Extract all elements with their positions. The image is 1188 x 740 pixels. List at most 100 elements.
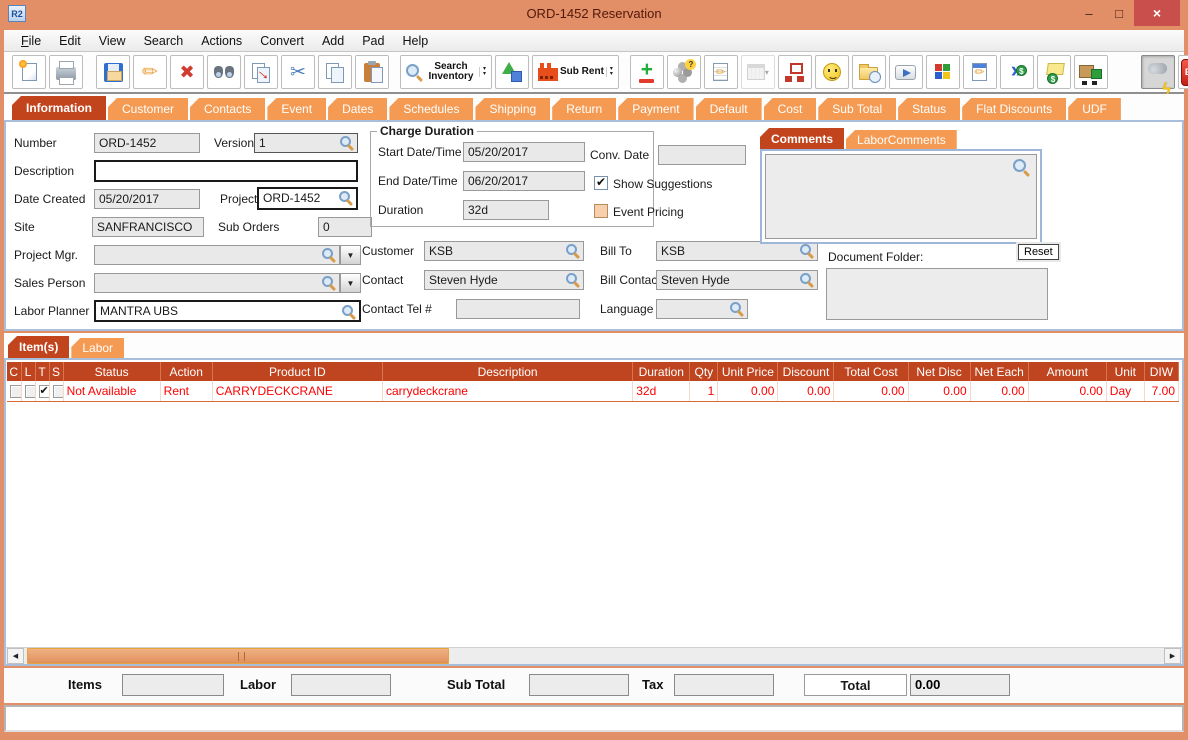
- row-checkbox[interactable]: [10, 384, 21, 398]
- column-header-net-disc[interactable]: Net Disc: [908, 362, 971, 381]
- column-header-amount[interactable]: Amount: [1028, 362, 1107, 381]
- tab-return[interactable]: Return: [552, 98, 617, 120]
- scrollbar-thumb[interactable]: [27, 648, 449, 664]
- row-cell[interactable]: 0.00: [777, 381, 835, 402]
- print-button[interactable]: [49, 55, 83, 89]
- search-inventory-button[interactable]: Search Inventory ▾ ▾: [400, 55, 493, 89]
- find-button[interactable]: [207, 55, 241, 89]
- menu-view[interactable]: View: [90, 32, 135, 50]
- maximize-button[interactable]: □: [1104, 0, 1134, 26]
- row-checkbox-cell[interactable]: [7, 381, 22, 402]
- row-cell[interactable]: 0.00: [717, 381, 779, 402]
- delete-button[interactable]: ✖: [170, 55, 204, 89]
- column-header-net-each[interactable]: Net Each: [970, 362, 1029, 381]
- new-order-button[interactable]: [12, 55, 46, 89]
- project-mgr-dropdown-button[interactable]: ▼: [340, 245, 361, 265]
- project-mgr-search-icon[interactable]: [322, 248, 336, 262]
- add-remove-button[interactable]: +: [629, 55, 664, 89]
- site-field[interactable]: SANFRANCISCO: [92, 217, 204, 237]
- row-cell[interactable]: 0.00: [833, 381, 909, 402]
- date-created-field[interactable]: 05/20/2017: [94, 189, 200, 209]
- tab-event[interactable]: Event: [267, 98, 327, 120]
- row-cell[interactable]: 0.00: [1028, 381, 1107, 402]
- delivery-truck-button[interactable]: [1073, 55, 1108, 89]
- reset-button[interactable]: Reset: [1018, 244, 1059, 260]
- items-total-field[interactable]: [122, 674, 224, 696]
- row-cell[interactable]: 0.00: [908, 381, 971, 402]
- description-field[interactable]: [94, 160, 358, 182]
- sub-orders-field[interactable]: 0: [318, 217, 372, 237]
- column-header-c[interactable]: C: [7, 362, 22, 381]
- column-header-total-cost[interactable]: Total Cost: [833, 362, 909, 381]
- row-checkbox[interactable]: [52, 384, 63, 398]
- notes-button[interactable]: ✏: [703, 55, 738, 89]
- row-cell[interactable]: Rent: [160, 381, 213, 402]
- tab-udf[interactable]: UDF: [1068, 98, 1121, 120]
- event-pricing-checkbox[interactable]: [594, 204, 608, 218]
- sub-rent-button-dropdown-icon[interactable]: ▾ ▾: [605, 66, 613, 77]
- close-button[interactable]: ×: [1134, 0, 1180, 26]
- row-cell[interactable]: 32d: [632, 381, 691, 402]
- end-date-field[interactable]: 06/20/2017: [463, 171, 585, 191]
- project-field[interactable]: ORD-1452: [257, 187, 358, 210]
- menu-file[interactable]: File: [12, 32, 50, 50]
- tab-dates[interactable]: Dates: [328, 98, 388, 120]
- contact-field[interactable]: Steven Hyde: [424, 270, 584, 290]
- tab-shipping[interactable]: Shipping: [475, 98, 551, 120]
- tab-payment[interactable]: Payment: [618, 98, 694, 120]
- sales-person-dropdown-button[interactable]: ▼: [340, 273, 361, 293]
- column-header-l[interactable]: L: [21, 362, 36, 381]
- column-header-diw[interactable]: DIW: [1144, 362, 1180, 381]
- column-header-status[interactable]: Status: [63, 362, 161, 381]
- menu-actions[interactable]: Actions: [192, 32, 251, 50]
- tab-cost[interactable]: Cost: [763, 98, 817, 120]
- sub-rent-button[interactable]: Sub Rent ▾ ▾: [532, 55, 619, 89]
- scroll-left-icon[interactable]: ◀: [7, 648, 24, 664]
- copy-button[interactable]: [318, 55, 352, 89]
- column-header-s[interactable]: S: [49, 362, 64, 381]
- bill-to-search-icon[interactable]: [800, 244, 814, 258]
- language-field[interactable]: [656, 299, 748, 319]
- row-cell[interactable]: CARRYDECKCRANE: [212, 381, 383, 402]
- blocks-button[interactable]: [925, 55, 960, 89]
- shortcut-key-button[interactable]: [888, 55, 923, 89]
- bill-contact-field[interactable]: Steven Hyde: [656, 270, 818, 290]
- tab-flat-discounts[interactable]: Flat Discounts: [962, 98, 1067, 120]
- comments-tab-comments[interactable]: Comments: [760, 128, 845, 150]
- menu-convert[interactable]: Convert: [251, 32, 313, 50]
- row-cell[interactable]: 0.00: [970, 381, 1029, 402]
- spheres-help-button[interactable]: ?: [666, 55, 701, 89]
- contact-search-icon[interactable]: [566, 273, 580, 287]
- version-field[interactable]: 1: [254, 133, 358, 153]
- charge-note-button[interactable]: $: [1036, 55, 1071, 89]
- menu-edit[interactable]: Edit: [50, 32, 90, 50]
- column-header-action[interactable]: Action: [160, 362, 213, 381]
- conv-date-field[interactable]: [658, 145, 746, 165]
- row-checkbox[interactable]: [38, 384, 49, 398]
- start-date-field[interactable]: 05/20/2017: [463, 142, 585, 162]
- total-field[interactable]: 0.00: [910, 674, 1010, 696]
- items-tab-item-s[interactable]: Item(s): [8, 336, 70, 358]
- site-structure-button[interactable]: [777, 55, 812, 89]
- row-cell[interactable]: 1: [689, 381, 719, 402]
- scroll-right-icon[interactable]: ▶: [1164, 648, 1181, 664]
- row-cell[interactable]: 7.00: [1144, 381, 1180, 402]
- tab-customer[interactable]: Customer: [108, 98, 189, 120]
- menu-search[interactable]: Search: [135, 32, 193, 50]
- tab-default[interactable]: Default: [695, 98, 762, 120]
- bill-to-field[interactable]: KSB: [656, 241, 818, 261]
- bill-contact-search-icon[interactable]: [800, 273, 814, 287]
- row-checkbox-cell[interactable]: [35, 381, 50, 402]
- row-checkbox-cell[interactable]: [21, 381, 36, 402]
- tax-field[interactable]: [674, 674, 774, 696]
- items-tab-labor[interactable]: Labor: [71, 338, 125, 358]
- column-header-duration[interactable]: Duration: [632, 362, 691, 381]
- menu-pad[interactable]: Pad: [353, 32, 393, 50]
- tab-status[interactable]: Status: [898, 98, 961, 120]
- paste-button[interactable]: [355, 55, 389, 89]
- project-search-icon[interactable]: [339, 191, 353, 205]
- row-cell[interactable]: carrydeckcrane: [382, 381, 634, 402]
- table-row[interactable]: Not AvailableRentCARRYDECKCRANEcarrydeck…: [7, 381, 1180, 402]
- customer-search-icon[interactable]: [566, 244, 580, 258]
- labor-total-field[interactable]: [291, 674, 391, 696]
